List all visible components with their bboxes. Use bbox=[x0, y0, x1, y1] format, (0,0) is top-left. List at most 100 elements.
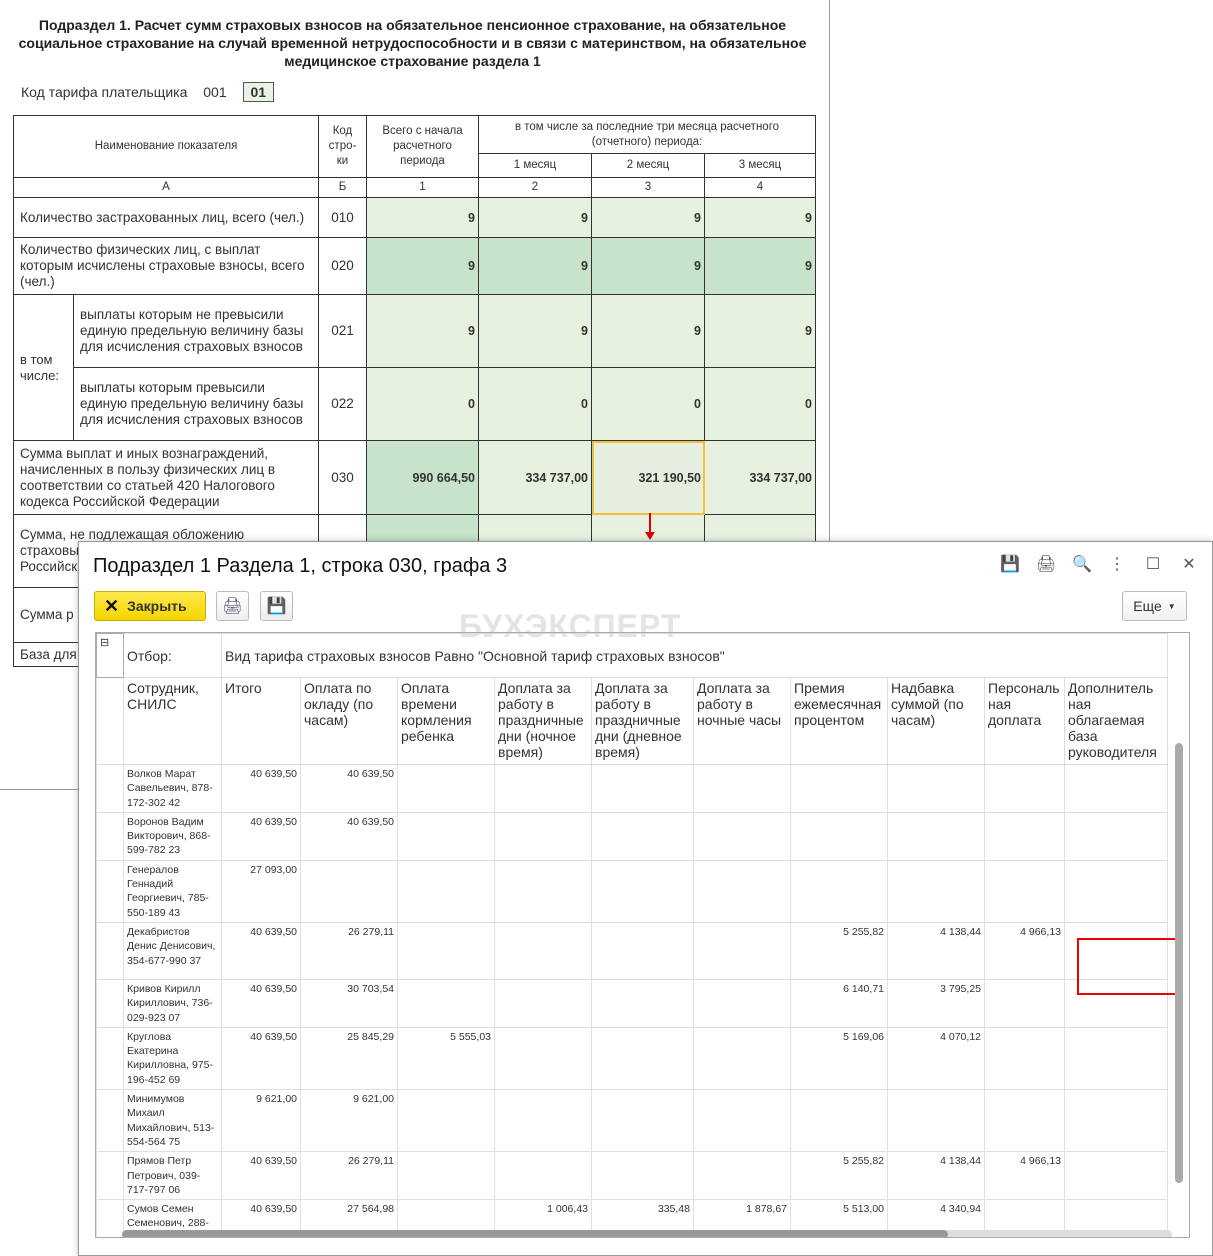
amount-cell[interactable] bbox=[790, 764, 888, 813]
amount-cell[interactable]: 40 639,50 bbox=[221, 1151, 301, 1201]
amount-cell[interactable] bbox=[494, 1089, 592, 1153]
amount-cell[interactable]: 27 093,00 bbox=[221, 859, 301, 923]
employee-cell[interactable]: Воронов Вадим Викторович, 868-599-782 23 bbox=[123, 811, 222, 861]
amount-cell[interactable] bbox=[1064, 1026, 1168, 1091]
amount-cell[interactable] bbox=[790, 1089, 888, 1153]
amount-cell[interactable]: 6 140,71 bbox=[790, 978, 888, 1028]
amount-cell[interactable] bbox=[494, 764, 592, 813]
amount-cell[interactable] bbox=[494, 811, 592, 861]
column-header[interactable]: Премия ежемесячная процентом bbox=[790, 677, 888, 765]
amount-cell[interactable] bbox=[693, 1151, 791, 1201]
amount-cell[interactable]: 40 639,50 bbox=[221, 978, 301, 1028]
amount-cell[interactable] bbox=[494, 978, 592, 1028]
amount-cell[interactable] bbox=[1064, 1151, 1168, 1201]
amount-cell[interactable]: 9 621,00 bbox=[300, 1089, 398, 1153]
amount-cell[interactable]: 26 279,11 bbox=[300, 1151, 398, 1201]
amount-cell[interactable] bbox=[1064, 1089, 1168, 1153]
tariff-value-field[interactable]: 01 bbox=[242, 82, 275, 102]
amount-cell[interactable] bbox=[591, 1089, 694, 1153]
amount-cell[interactable]: 9 621,00 bbox=[221, 1089, 301, 1153]
amount-cell[interactable]: 40 639,50 bbox=[221, 921, 301, 980]
amount-cell[interactable] bbox=[397, 764, 495, 813]
table-row[interactable]: Круглова Екатерина Кирилловна, 975-196-4… bbox=[96, 1026, 1168, 1091]
value-cell[interactable]: 9 bbox=[591, 237, 705, 295]
amount-cell[interactable] bbox=[1064, 859, 1168, 923]
amount-cell[interactable] bbox=[693, 859, 791, 923]
employee-cell[interactable]: Декабристов Денис Денисович, 354-677-990… bbox=[123, 921, 222, 980]
column-header[interactable]: Доплата за работу в ночные часы bbox=[693, 677, 791, 765]
amount-cell[interactable]: 5 169,06 bbox=[790, 1026, 888, 1091]
save-button[interactable]: 💾 bbox=[260, 591, 293, 621]
amount-cell[interactable] bbox=[397, 811, 495, 861]
column-header[interactable]: Доплата за работу в праздничные дни (ноч… bbox=[494, 677, 592, 765]
amount-cell[interactable] bbox=[591, 1151, 694, 1201]
column-header[interactable]: Оплата по окладу (по часам) bbox=[300, 677, 398, 765]
amount-cell[interactable] bbox=[494, 1151, 592, 1201]
column-header[interactable]: Дополнитель ная облагаемая база руководи… bbox=[1064, 677, 1168, 765]
amount-cell[interactable] bbox=[693, 921, 791, 980]
amount-cell[interactable] bbox=[887, 811, 985, 861]
amount-cell[interactable]: 5 255,82 bbox=[790, 921, 888, 980]
amount-cell[interactable] bbox=[494, 921, 592, 980]
amount-cell[interactable] bbox=[693, 764, 791, 813]
amount-cell[interactable]: 3 795,25 bbox=[887, 978, 985, 1028]
collapse-toggle[interactable]: ⊟ bbox=[96, 633, 124, 678]
amount-cell[interactable] bbox=[1064, 764, 1168, 813]
preview-icon[interactable]: 🔍 bbox=[1072, 556, 1092, 574]
report-area[interactable]: ⊟ Отбор: Вид тарифа страховых взносов Равн… bbox=[95, 632, 1190, 1238]
amount-cell[interactable]: 4 966,13 bbox=[984, 921, 1065, 980]
column-header[interactable]: Итого bbox=[221, 677, 301, 765]
amount-cell[interactable]: 40 639,50 bbox=[300, 811, 398, 861]
amount-cell[interactable] bbox=[591, 859, 694, 923]
amount-cell[interactable] bbox=[984, 811, 1065, 861]
table-row[interactable]: Воронов Вадим Викторович, 868-599-782 23… bbox=[96, 811, 1168, 861]
amount-cell[interactable] bbox=[591, 921, 694, 980]
amount-cell[interactable]: 40 639,50 bbox=[221, 811, 301, 861]
amount-cell[interactable] bbox=[300, 859, 398, 923]
value-cell[interactable]: 9 bbox=[591, 197, 705, 238]
amount-cell[interactable]: 5 555,03 bbox=[397, 1026, 495, 1091]
employee-cell[interactable]: Минимумов Михаил Михайлович, 513-554-564… bbox=[123, 1089, 222, 1153]
column-header[interactable]: Оплата времени кормления ребенка bbox=[397, 677, 495, 765]
amount-cell[interactable]: 5 255,82 bbox=[790, 1151, 888, 1201]
more-vert-icon[interactable]: ⋮ bbox=[1108, 556, 1126, 574]
column-header[interactable]: Персональ ная доплата bbox=[984, 677, 1065, 765]
more-button[interactable]: Еще ▼ bbox=[1122, 591, 1187, 621]
value-cell[interactable]: 0 bbox=[366, 367, 479, 441]
amount-cell[interactable]: 40 639,50 bbox=[221, 764, 301, 813]
amount-cell[interactable] bbox=[887, 764, 985, 813]
amount-cell[interactable] bbox=[984, 978, 1065, 1028]
amount-cell[interactable] bbox=[1064, 811, 1168, 861]
value-cell[interactable]: 0 bbox=[478, 367, 592, 441]
value-cell[interactable]: 9 bbox=[478, 197, 592, 238]
amount-cell[interactable] bbox=[984, 764, 1065, 813]
value-cell[interactable]: 9 bbox=[478, 294, 592, 368]
amount-cell[interactable] bbox=[591, 811, 694, 861]
horizontal-scrollbar[interactable] bbox=[122, 1230, 948, 1237]
close-button[interactable]: ✕ Закрыть bbox=[94, 591, 206, 621]
table-row[interactable]: Генералов Геннадий Георгиевич, 785-550-1… bbox=[96, 859, 1168, 923]
amount-cell[interactable] bbox=[494, 859, 592, 923]
amount-cell[interactable] bbox=[693, 811, 791, 861]
column-header[interactable]: Сотрудник, СНИЛС bbox=[123, 677, 222, 765]
amount-cell[interactable] bbox=[984, 859, 1065, 923]
amount-cell[interactable] bbox=[591, 764, 694, 813]
value-cell[interactable]: 9 bbox=[704, 197, 816, 238]
table-row[interactable]: Волков Марат Савельевич, 878-172-302 42 4… bbox=[96, 764, 1168, 813]
value-cell[interactable]: 9 bbox=[591, 294, 705, 368]
maximize-icon[interactable]: ☐ bbox=[1144, 556, 1162, 574]
print-button[interactable]: 🖨 bbox=[216, 591, 249, 621]
amount-cell[interactable]: 4 966,13 bbox=[984, 1151, 1065, 1201]
employee-cell[interactable]: Кривов Кирилл Кириллович, 736-029-923 07 bbox=[123, 978, 222, 1028]
value-cell[interactable]: 334 737,00 bbox=[478, 440, 592, 515]
amount-cell[interactable] bbox=[693, 1026, 791, 1091]
value-cell[interactable]: 9 bbox=[478, 237, 592, 295]
amount-cell[interactable] bbox=[984, 1026, 1065, 1091]
amount-cell[interactable]: 30 703,54 bbox=[300, 978, 398, 1028]
employee-cell[interactable]: Волков Марат Савельевич, 878-172-302 42 bbox=[123, 764, 222, 813]
employee-cell[interactable]: Круглова Екатерина Кирилловна, 975-196-4… bbox=[123, 1026, 222, 1091]
value-cell[interactable]: 9 bbox=[366, 237, 479, 295]
value-cell[interactable]: 334 737,00 bbox=[704, 440, 816, 515]
amount-cell[interactable] bbox=[591, 978, 694, 1028]
value-cell[interactable]: 0 bbox=[704, 367, 816, 441]
